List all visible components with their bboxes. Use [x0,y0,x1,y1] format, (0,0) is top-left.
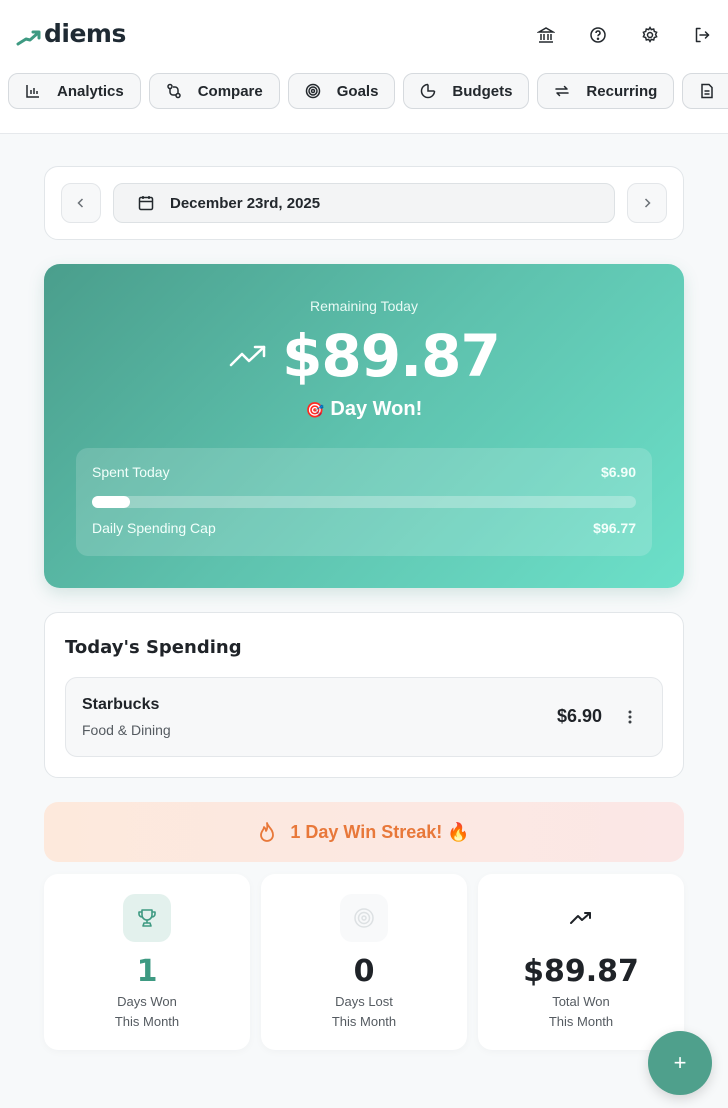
help-icon[interactable] [582,24,614,46]
pie-chart-icon [418,81,438,101]
date-picker-button[interactable]: December 23rd, 2025 [113,183,615,223]
spent-label: Spent Today [92,464,170,480]
target-icon [340,894,388,942]
stat-value: $89.87 [523,954,639,989]
date-navigator: December 23rd, 2025 [44,166,684,240]
remaining-amount-row: $89.87 [44,322,684,390]
stat-value: 1 [136,954,158,989]
spending-summary: Spent Today $6.90 Daily Spending Cap $96… [76,448,652,556]
target-emoji-icon: 🎯 [305,402,325,419]
bar-chart-icon [23,81,43,101]
day-status-text: Day Won! [330,398,423,420]
transaction-item[interactable]: Starbucks Food & Dining $6.90 [65,677,663,757]
tab-label: Analytics [57,82,124,100]
document-icon [697,81,717,101]
spending-progress-fill [92,496,131,508]
stat-label: Total Won [552,994,610,1009]
tab-label: Compare [197,82,263,100]
next-day-button[interactable] [627,183,667,223]
bank-icon[interactable] [530,24,562,46]
chevron-left-icon [77,198,84,208]
compare-icon [164,81,184,101]
flame-icon [258,821,276,843]
top-bar: diems Analytics Compare Goals Budgets Re… [0,0,728,134]
cap-value: $96.77 [593,520,636,536]
transaction-category: Food & Dining [82,722,171,738]
tab-label: Goals [336,82,379,100]
stat-total-won: $89.87 Total Won This Month [478,874,684,1050]
spent-row: Spent Today $6.90 [92,464,636,480]
day-status: 🎯 Day Won! [44,398,684,421]
section-title: Today's Spending [65,637,242,658]
stat-sublabel: This Month [548,1014,614,1029]
settings-icon[interactable] [634,24,666,46]
transaction-amount: $6.90 [556,706,602,726]
logo[interactable]: diems [16,18,126,48]
trending-up-icon [557,894,605,942]
trophy-icon [123,894,171,942]
stat-days-won: 1 Days Won This Month [44,874,250,1050]
stat-value: 0 [353,954,375,989]
logout-icon[interactable] [686,24,718,46]
spending-progress-bar [92,496,636,508]
tab-recurring[interactable]: Recurring [537,73,675,109]
header-actions [510,24,718,46]
more-options-icon[interactable] [620,706,640,728]
remaining-today-card: Remaining Today $89.87 🎯 Day Won! Spent T… [44,264,684,588]
transaction-merchant: Starbucks [82,696,160,713]
spent-value: $6.90 [600,464,636,480]
streak-text: 1 Day Win Streak! [290,821,443,842]
fire-emoji-icon: 🔥 [447,821,470,842]
remaining-amount: $89.87 [282,322,501,390]
calendar-icon [138,195,154,211]
selected-date: December 23rd, 2025 [170,194,321,212]
stat-sublabel: This Month [114,1014,180,1029]
previous-day-button[interactable] [61,183,101,223]
cap-label: Daily Spending Cap [92,520,216,536]
stat-sublabel: This Month [331,1014,397,1029]
tab-bar: Analytics Compare Goals Budgets Recurrin… [8,73,728,109]
target-icon [303,81,323,101]
tab-reports[interactable]: R [682,73,728,109]
remaining-label: Remaining Today [310,298,418,314]
add-transaction-button[interactable]: + [648,1031,712,1095]
app-name: diems [44,18,126,48]
tab-budgets[interactable]: Budgets [403,73,530,109]
plus-icon: + [673,1050,687,1075]
tab-goals[interactable]: Goals [287,73,396,109]
stat-label: Days Won [117,994,177,1009]
tab-label: Recurring [586,82,658,100]
stat-label: Days Lost [335,994,393,1009]
tab-compare[interactable]: Compare [148,73,280,109]
chevron-right-icon [644,198,651,208]
tab-label: Budgets [452,82,513,100]
cap-row: Daily Spending Cap $96.77 [92,520,636,536]
stat-days-lost: 0 Days Lost This Month [261,874,467,1050]
tab-analytics[interactable]: Analytics [8,73,141,109]
repeat-icon [552,81,572,101]
trending-up-icon [229,345,266,367]
win-streak-banner: 1 Day Win Streak! 🔥 [44,802,684,862]
todays-spending-card: Today's Spending Starbucks Food & Dining… [44,612,684,778]
logo-arrow-icon [16,30,41,46]
